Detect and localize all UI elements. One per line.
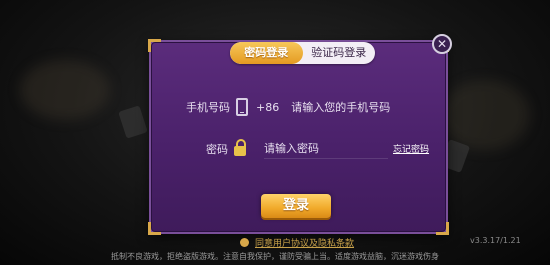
forgot-password-link[interactable]: 忘记密码 [393,142,429,155]
dialog-corner-top-left [148,39,161,52]
phone-row: 手机号码 +86 请输入您的手机号码 [186,98,390,116]
password-row: 密码 请输入密码 [206,138,388,159]
close-icon[interactable]: ✕ [432,34,452,54]
agreement-check-icon[interactable] [240,238,249,247]
phone-label: 手机号码 [186,101,230,114]
phone-icon [236,98,248,116]
health-notice: 抵制不良游戏，拒绝盗版游戏。注意自我保护，谨防受骗上当。适度游戏益脑，沉迷游戏伤… [111,252,439,261]
login-button[interactable]: 登录 [261,194,331,218]
tab-code-login[interactable]: 验证码登录 [303,42,376,64]
version-label: v3.3.17/1.21 [470,236,521,245]
background-card-left [118,105,148,139]
password-label: 密码 [206,142,228,156]
dialog-corner-bottom-right [436,222,449,235]
tab-password-login[interactable]: 密码登录 [230,42,303,64]
password-input[interactable]: 请输入密码 [264,138,388,159]
agreement-link[interactable]: 同意用户协议及隐私条款 [255,236,354,249]
password-placeholder: 请输入密码 [264,142,319,155]
country-code-prefix[interactable]: +86 [256,101,279,114]
dialog-corner-bottom-left [148,222,161,235]
agreement: 同意用户协议及隐私条款 [240,236,354,249]
phone-input[interactable]: 请输入您的手机号码 [291,99,390,115]
background-glow-right [440,80,530,150]
background-glow-left [20,60,110,120]
login-tabs: 密码登录 验证码登录 [230,42,375,64]
lock-icon [234,138,246,156]
